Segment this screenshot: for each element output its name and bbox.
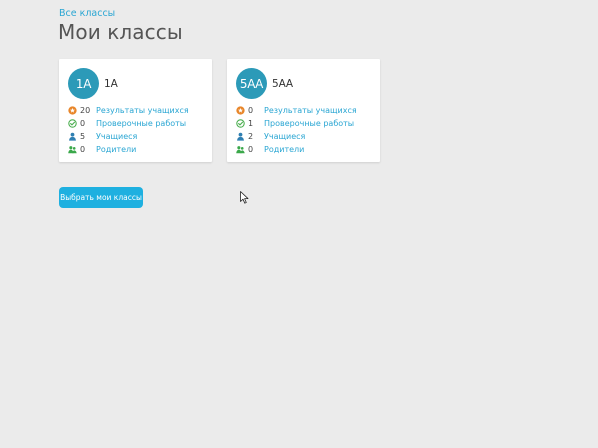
- stat-row-parents: 0 Родители: [68, 143, 189, 156]
- check-circle-icon: [68, 119, 77, 128]
- class-card: 1А 1А 20 Результаты учащихся 0 Проверочн…: [59, 59, 212, 162]
- stat-row-students: 5 Учащиеся: [68, 130, 189, 143]
- stat-link-results[interactable]: Результаты учащихся: [96, 106, 189, 115]
- stat-row-results: 20 Результаты учащихся: [68, 104, 189, 117]
- stat-row-tests: 0 Проверочные работы: [68, 117, 189, 130]
- stat-link-tests[interactable]: Проверочные работы: [96, 119, 186, 128]
- stat-count: 2: [248, 132, 254, 141]
- parents-icon: [236, 145, 245, 154]
- stat-count: 0: [80, 119, 86, 128]
- class-avatar[interactable]: 5АА: [236, 68, 267, 99]
- mouse-pointer-icon: [240, 191, 249, 204]
- stat-row-parents: 0 Родители: [236, 143, 357, 156]
- parents-icon: [68, 145, 77, 154]
- class-stats: 20 Результаты учащихся 0 Проверочные раб…: [68, 104, 189, 156]
- stat-link-students[interactable]: Учащиеся: [264, 132, 305, 141]
- check-circle-icon: [236, 119, 245, 128]
- class-card-header[interactable]: 1А 1А: [68, 68, 118, 99]
- stat-link-parents[interactable]: Родители: [264, 145, 304, 154]
- stat-count: 5: [80, 132, 86, 141]
- class-card: 5АА 5АА 0 Результаты учащихся 1 Провероч…: [227, 59, 380, 162]
- class-stats: 0 Результаты учащихся 1 Проверочные рабо…: [236, 104, 357, 156]
- breadcrumb-all-classes[interactable]: Все классы: [59, 8, 115, 19]
- stat-count: 0: [248, 106, 254, 115]
- stat-count: 20: [80, 106, 91, 115]
- page-title: Мои классы: [58, 20, 183, 44]
- class-name[interactable]: 1А: [104, 78, 118, 90]
- stat-link-parents[interactable]: Родители: [96, 145, 136, 154]
- user-icon: [68, 132, 77, 141]
- stat-row-students: 2 Учащиеся: [236, 130, 357, 143]
- star-badge-icon: [68, 106, 77, 115]
- stat-row-results: 0 Результаты учащихся: [236, 104, 357, 117]
- stat-link-results[interactable]: Результаты учащихся: [264, 106, 357, 115]
- user-icon: [236, 132, 245, 141]
- stat-row-tests: 1 Проверочные работы: [236, 117, 357, 130]
- class-avatar[interactable]: 1А: [68, 68, 99, 99]
- stat-link-tests[interactable]: Проверочные работы: [264, 119, 354, 128]
- stat-link-students[interactable]: Учащиеся: [96, 132, 137, 141]
- stat-count: 1: [248, 119, 254, 128]
- stat-count: 0: [80, 145, 86, 154]
- star-badge-icon: [236, 106, 245, 115]
- class-name[interactable]: 5АА: [272, 78, 293, 90]
- stat-count: 0: [248, 145, 254, 154]
- select-my-classes-button[interactable]: Выбрать мои классы: [59, 187, 143, 208]
- class-card-header[interactable]: 5АА 5АА: [236, 68, 293, 99]
